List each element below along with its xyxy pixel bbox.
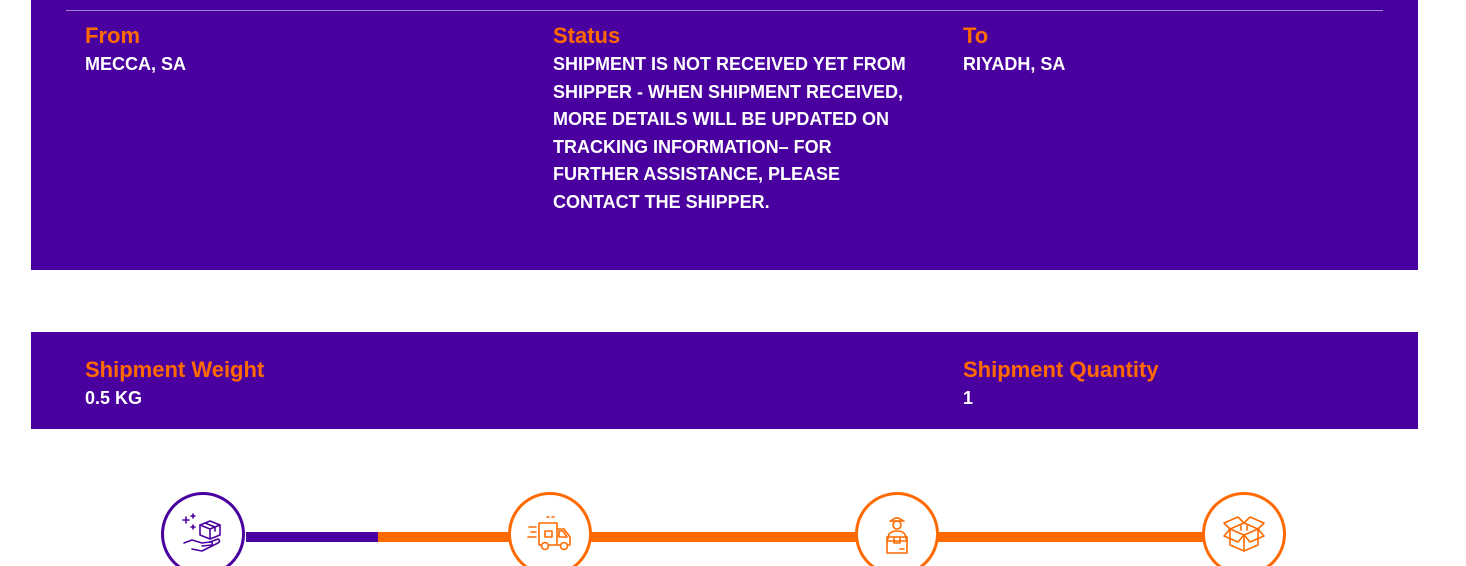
weight-label: Shipment Weight [85, 357, 265, 382]
progress-track-pending [378, 532, 1203, 542]
progress-track-complete [246, 532, 378, 542]
tracking-progress [0, 480, 1466, 566]
to-section: To RIYADH, SA [963, 23, 1363, 79]
quantity-value: 1 [963, 388, 974, 408]
quantity-section: Shipment Quantity 1 [963, 357, 1363, 413]
from-section: From MECCA, SA [85, 23, 505, 79]
step-out-for-delivery [855, 492, 939, 566]
to-value: RIYADH, SA [963, 54, 1066, 74]
route-panel: From MECCA, SA Status SHIPMENT IS NOT RE… [31, 0, 1418, 270]
divider [66, 10, 1383, 11]
delivery-truck-icon [527, 516, 571, 551]
package-in-hand-icon [182, 513, 221, 552]
step-in-transit [508, 492, 592, 566]
open-box-icon [1223, 516, 1265, 552]
weight-section: Shipment Weight 0.5 KG [85, 357, 585, 413]
status-label: Status [553, 23, 621, 48]
to-label: To [963, 23, 989, 48]
weight-value: 0.5 KG [85, 388, 143, 408]
tracking-page: From MECCA, SA Status SHIPMENT IS NOT RE… [0, 0, 1466, 566]
status-section: Status SHIPMENT IS NOT RECEIVED YET FROM… [553, 23, 913, 216]
shipment-details-panel: Shipment Weight 0.5 KG Shipment Quantity… [31, 332, 1418, 429]
courier-with-box-icon [886, 517, 908, 554]
step-delivered [1202, 492, 1286, 566]
quantity-label: Shipment Quantity [963, 357, 1159, 382]
from-value: MECCA, SA [85, 54, 187, 74]
from-label: From [85, 23, 140, 48]
status-value: SHIPMENT IS NOT RECEIVED YET FROM SHIPPE… [553, 54, 906, 212]
step-shipment-created [161, 492, 245, 566]
